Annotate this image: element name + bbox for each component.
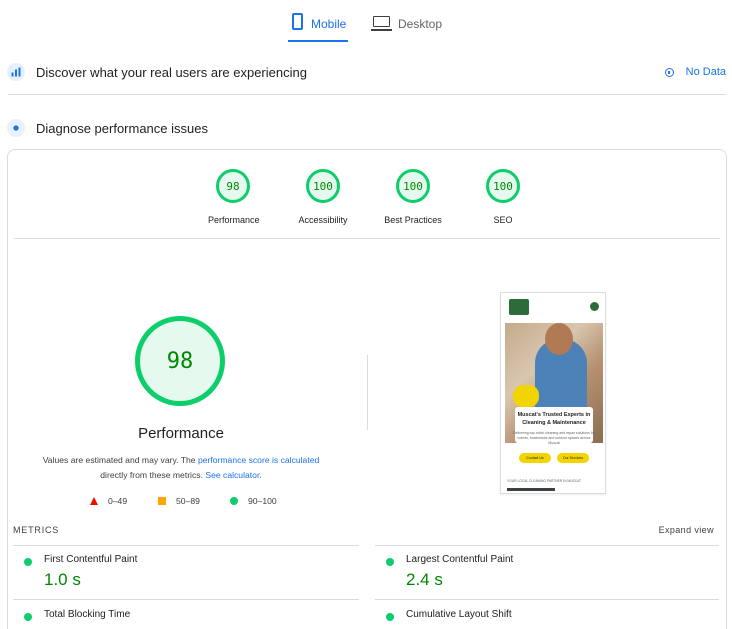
hero-glove-shape [513,385,539,407]
performance-score: 98 [166,348,194,374]
hero-head-shape [545,323,573,355]
crux-section-header[interactable]: Discover what your real users are experi… [0,58,732,86]
metric-lcp: Largest Contentful Paint 2.4 s [386,554,706,594]
gauge-best-practices[interactable]: 100 Best Practices [384,169,442,225]
hero-contact-button: Contact Us [519,453,551,463]
legend-fail: 0–49 [90,496,127,506]
desc-text-1: Values are estimated and may vary. The [42,455,198,465]
thumb-site-header [501,293,605,323]
tab-desktop-label: Desktop [398,17,443,31]
thumb-footer-text: YOUR LOCAL CLEANING PARTNER IN MUSCAT [507,479,582,483]
metrics-title: METRICS [13,525,60,535]
pass-circle-icon [24,558,32,566]
performance-description: Values are estimated and may vary. The p… [28,453,334,483]
metric-tbt: Total Blocking Time [24,609,344,627]
metric-name: Largest Contentful Paint [406,554,514,565]
lighthouse-icon [7,119,25,137]
section-divider [8,94,726,95]
desc-text-2: directly from these metrics. [100,470,206,480]
pass-circle-icon [24,613,32,621]
see-calculator-link[interactable]: See calculator. [205,470,261,480]
metric-name: Total Blocking Time [44,609,131,620]
gauge-score: 100 [396,169,430,203]
performance-score-link[interactable]: performance score is calculated [198,455,319,465]
metrics-divider-right [375,545,719,546]
gauges-divider [14,238,720,239]
tab-desktop[interactable]: Desktop [371,14,443,42]
thumb-footer-bar [507,488,555,491]
gauge-score: 98 [216,169,250,203]
crux-section-title: Discover what your real users are experi… [36,64,307,80]
gauge-score: 100 [486,169,520,203]
info-icon [664,67,674,77]
active-tab-indicator [288,40,348,42]
no-data-indicator[interactable]: No Data [664,66,726,78]
metric-name: First Contentful Paint [44,554,138,565]
gauge-label: Performance [208,215,260,225]
gauge-performance[interactable]: 98 Performance [208,169,260,225]
pass-circle-icon [386,558,394,566]
crux-users-icon [7,63,25,81]
menu-icon [590,302,599,311]
metrics-divider-left [13,545,359,546]
gauge-label: Best Practices [384,215,442,225]
pass-circle-icon [386,613,394,621]
device-tabs: Mobile Desktop [0,0,732,44]
gauge-label: Accessibility [298,215,348,225]
performance-score-gauge: 98 [135,316,225,406]
legend-pass-label: 90–100 [248,496,277,506]
metric-cls: Cumulative Layout Shift [386,609,706,627]
tab-mobile-label: Mobile [311,17,347,31]
triangle-icon [90,497,98,505]
circle-icon [230,497,238,505]
metric-value: 1.0 s [44,570,81,589]
legend-pass: 90–100 [230,496,277,506]
metric-name: Cumulative Layout Shift [406,609,512,620]
vertical-divider [367,355,368,430]
expand-view-button[interactable]: Expand view [659,525,714,535]
no-data-label: No Data [685,66,726,78]
legend-average-label: 50–89 [176,496,200,506]
diagnose-section-title: Diagnose performance issues [36,120,208,136]
metrics-divider-left-2 [13,599,359,600]
metric-fcp: First Contentful Paint 1.0 s [24,554,344,594]
hero-services-button: Our Services [557,453,589,463]
gauge-score: 100 [306,169,340,203]
diagnose-section-header: Diagnose performance issues [0,114,732,142]
gauge-accessibility[interactable]: 100 Accessibility [296,169,350,225]
monitor-icon [371,16,392,31]
gauge-seo[interactable]: 100 SEO [482,169,524,225]
tab-mobile[interactable]: Mobile [292,13,347,42]
square-icon [158,497,166,505]
metric-value: 2.4 s [406,570,443,589]
legend-average: 50–89 [158,496,200,506]
gauge-label: SEO [493,215,513,225]
legend-fail-label: 0–49 [108,496,128,506]
phone-icon [292,13,303,30]
metrics-divider-right-2 [375,599,719,600]
site-logo-icon [509,299,529,315]
hero-subtext: Delivering top-notch cleaning and repair… [513,431,595,445]
final-screenshot-thumbnail[interactable]: Muscat's Trusted Experts in Cleaning & M… [500,292,606,494]
performance-title: Performance [138,425,224,442]
